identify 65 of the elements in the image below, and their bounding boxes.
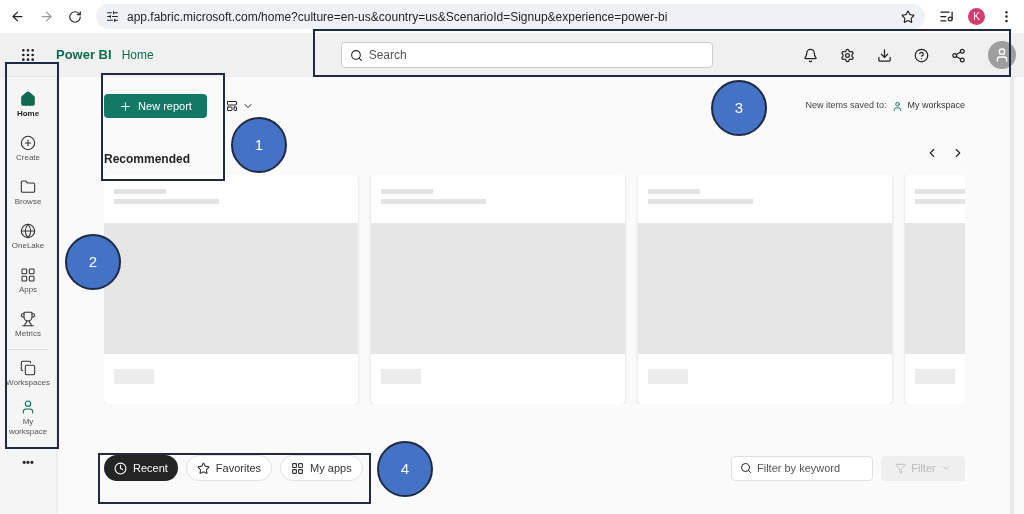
loading-placeholder [648,189,700,194]
layout-icon [226,100,238,112]
folder-icon [20,179,36,195]
account-avatar[interactable] [988,41,1016,69]
section-heading: Recommended [104,151,191,168]
breadcrumb[interactable]: Home [121,46,154,64]
callout-number: 4 [377,441,433,497]
bookmark-icon[interactable] [901,9,915,24]
notifications-icon[interactable] [803,47,818,63]
nav-item[interactable]: Apps [2,259,54,303]
nav-item[interactable]: Create [2,127,54,171]
nav-item[interactable]: OneLake [2,215,54,259]
media-icon[interactable] [939,9,954,24]
search-icon [740,462,752,474]
callout-number: 2 [65,234,121,290]
callout-number: 1 [231,117,287,173]
back-icon[interactable] [10,9,25,24]
chevron-down-icon [940,463,951,473]
nav-item[interactable]: Home [2,83,54,127]
loading-placeholder [381,189,433,194]
workspace-link[interactable]: My workspace [892,99,965,113]
nav-item[interactable]: Workspaces [2,352,54,396]
forward-icon[interactable] [39,9,54,24]
saved-to-label: New items saved to: [805,99,887,113]
person-icon [892,100,904,112]
nav-item[interactable]: Metrics [2,303,54,347]
globe-icon [20,223,36,239]
nav-item[interactable]: Browse [2,171,54,215]
filter-icon [895,462,907,474]
trophy-icon [20,311,36,327]
nav-item[interactable]: My workspace [2,396,54,440]
share-icon[interactable] [951,47,966,63]
plus-icon [119,99,133,113]
grid-icon [291,461,305,475]
filter-tab[interactable]: Recent [104,455,178,481]
callout-number: 3 [711,80,767,136]
search-field[interactable]: Search [340,42,713,68]
loading-placeholder [915,189,965,194]
stacked-windows-icon [20,360,36,376]
filter-placeholder: Filter by keyword [757,460,841,476]
download-icon[interactable] [877,47,892,63]
profile-avatar[interactable]: K [968,8,985,25]
site-info-icon[interactable] [106,10,119,23]
home-icon [20,91,36,107]
more-button[interactable]: ••• [22,454,34,471]
filter-tab[interactable]: Favorites [185,455,273,481]
search-icon [349,48,363,62]
view-switcher[interactable] [226,100,254,112]
settings-icon[interactable] [840,47,855,63]
loading-placeholder [114,189,166,194]
person-icon [20,399,36,415]
url-text: app.fabric.microsoft.com/home?culture=en-us&country=us&ScenarioId=Signup&experience=power-bi [127,8,668,26]
new-report-button[interactable]: New report [104,94,207,118]
clock-icon [114,461,127,475]
app-launcher-icon[interactable] [20,47,36,63]
filter-tab[interactable]: My apps [280,455,363,481]
star-icon [196,461,210,475]
person-icon [994,47,1010,63]
grid-icon [20,267,36,283]
reload-icon[interactable] [68,9,82,24]
help-icon[interactable] [914,47,929,63]
plus-circle-icon [20,135,36,151]
address-bar[interactable]: app.fabric.microsoft.com/home?culture=en-us&country=us&ScenarioId=Signup&experience=power-bi [96,4,925,29]
search-placeholder: Search [368,47,407,64]
app-name[interactable]: Power BI [56,45,112,65]
